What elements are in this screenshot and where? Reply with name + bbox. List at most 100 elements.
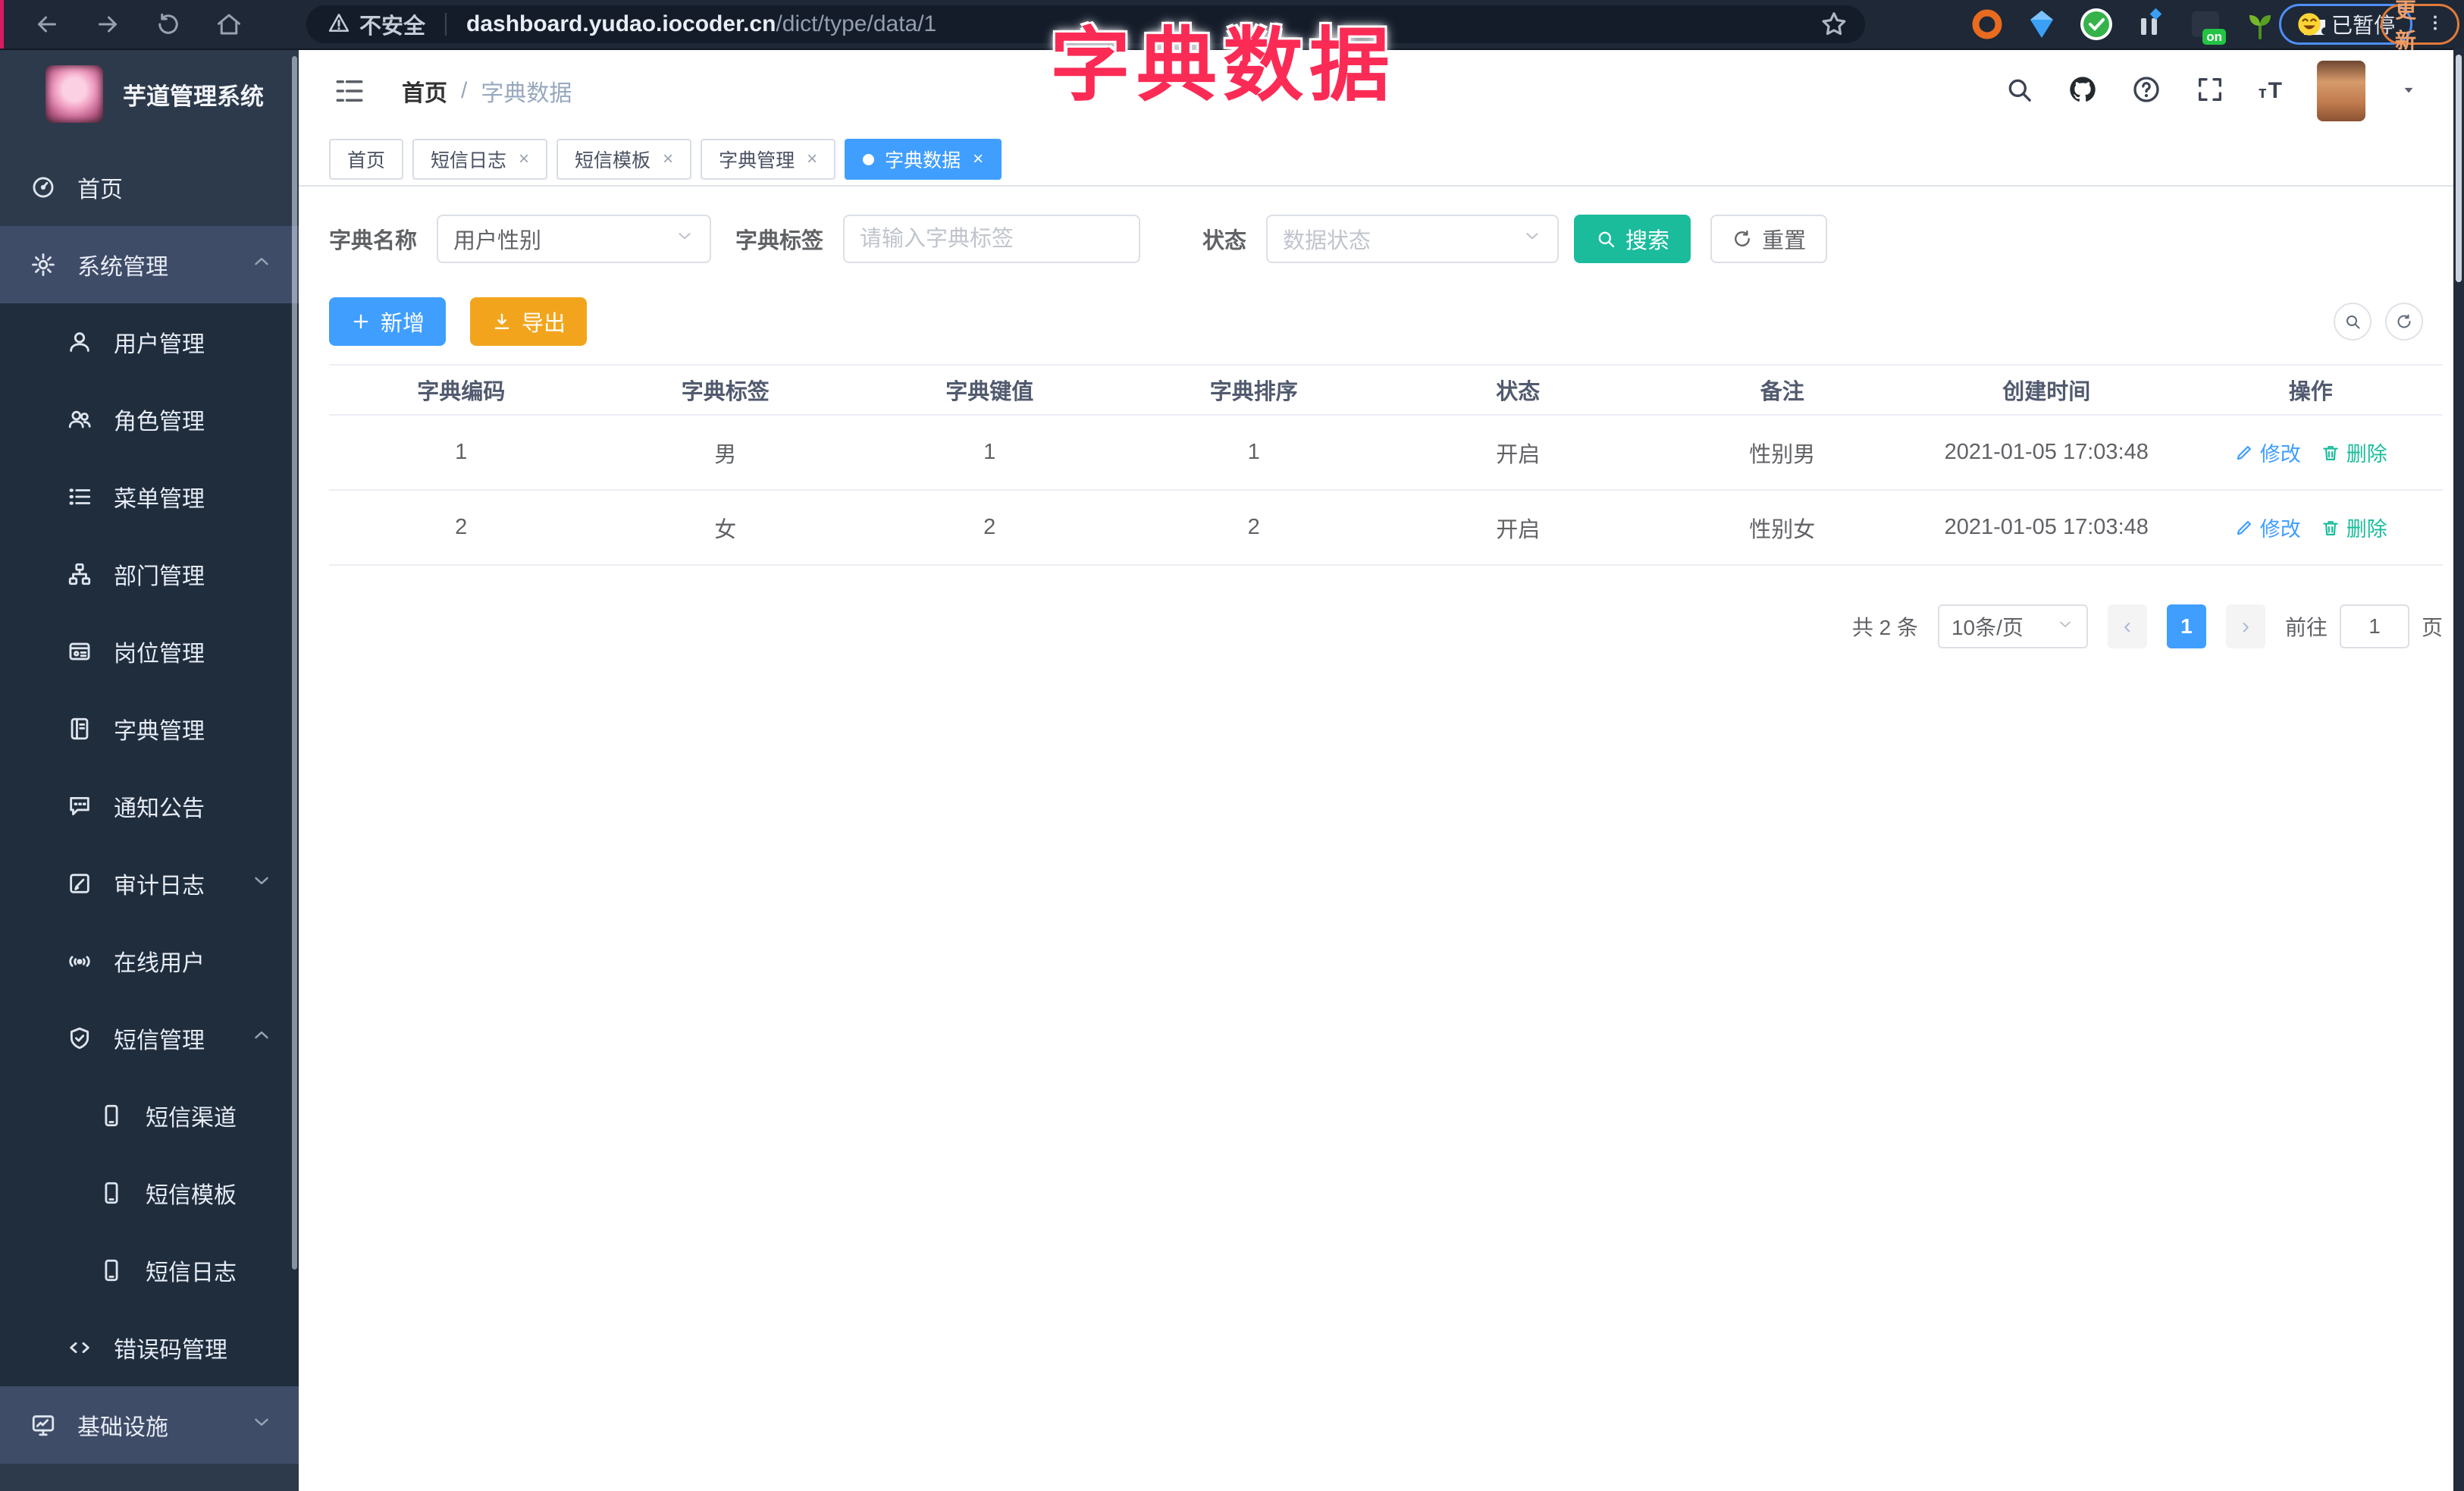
active-dot [863, 153, 875, 165]
add-button[interactable]: 新增 [329, 297, 447, 346]
goto-page-input[interactable] [2339, 604, 2409, 648]
sidebar-item-user-management[interactable]: 用户管理 [0, 303, 299, 381]
browser-home-icon[interactable] [215, 11, 243, 38]
sidebar-item-notice-announcement[interactable]: 通知公告 [0, 767, 299, 845]
breadcrumb: 首页 / 字典数据 [402, 74, 572, 108]
prev-page-button[interactable]: ‹ [2107, 604, 2147, 648]
tab-sms-template[interactable]: 短信模板 × [556, 139, 692, 180]
sidebar-item-sms-management[interactable]: 短信管理 [0, 1000, 299, 1077]
edit-link[interactable]: 修改 [2234, 438, 2301, 467]
green-check-extension-icon[interactable] [2079, 7, 2114, 42]
page-size-value: 10条/页 [1951, 616, 2024, 639]
table-cell: 女 [714, 517, 737, 542]
tab-label: 短信日志 [431, 150, 507, 171]
delete-link[interactable]: 删除 [2321, 438, 2387, 467]
close-icon[interactable]: × [663, 150, 673, 168]
edit-link[interactable]: 修改 [2234, 513, 2301, 542]
docs-help-icon[interactable] [2131, 74, 2161, 108]
next-page-button[interactable]: › [2225, 604, 2265, 648]
header-search-icon[interactable] [2004, 74, 2034, 108]
table-row: 2 女 2 2 开启 性别女 2021-01-05 17:03:48 修改 删除 [329, 491, 2443, 566]
security-warning-text[interactable]: 不安全 [359, 8, 425, 40]
sidebar-item-sms-channel[interactable]: 短信渠道 [0, 1077, 299, 1154]
table-header-cell: 字典编码 [417, 380, 506, 404]
message-icon [67, 793, 92, 819]
search-button[interactable]: 搜索 [1574, 215, 1691, 263]
bookmark-star-icon[interactable] [1820, 10, 1848, 42]
export-button[interactable]: 导出 [470, 297, 588, 346]
sidebar-collapse-icon[interactable] [334, 75, 365, 107]
sidebar-item-label: 用户管理 [114, 332, 205, 357]
close-icon[interactable]: × [807, 150, 817, 168]
table-body: 1 男 1 1 开启 性别男 2021-01-05 17:03:48 修改 删除 2 女 2 2 开启 性别… [329, 416, 2443, 566]
font-size-icon[interactable]: тT [2259, 78, 2284, 104]
table-cell: 2 [1247, 515, 1260, 539]
dict-name-label: 字典名称 [329, 229, 418, 253]
sidebar-item-online-users[interactable]: 在线用户 [0, 922, 299, 1000]
dict-data-table: 字典编码 字典标签 字典键值 字典排序 状态 备注 创建时间 操作 1 男 1 1 开启 性别男 2021… [329, 364, 2443, 566]
delete-link[interactable]: 删除 [2321, 513, 2387, 542]
tab-home[interactable]: 首页 [329, 139, 404, 180]
dict-name-select[interactable]: 用户性别 [437, 215, 712, 263]
equalizer-extension-icon[interactable] [2133, 7, 2168, 42]
sidebar-item-infrastructure[interactable]: 基础设施 [0, 1386, 299, 1464]
table-header-cell: 状态 [1496, 380, 1541, 404]
tab-dict-data[interactable]: 字典数据 × [845, 139, 1002, 180]
online-icon [67, 948, 92, 974]
monitor-icon [30, 1412, 56, 1438]
dict-tag-input[interactable] [843, 215, 1141, 263]
sidebar-item-dict-management[interactable]: 字典管理 [0, 690, 299, 767]
sidebar-item-system-management[interactable]: 系统管理 [0, 226, 299, 303]
close-icon[interactable]: × [973, 150, 983, 168]
fullscreen-icon[interactable] [2195, 74, 2225, 108]
sidebar-item-label: 短信渠道 [146, 1106, 237, 1131]
kebab-menu-icon[interactable] [2425, 13, 2445, 36]
ubuntu-ring-extension-icon[interactable] [1970, 7, 2005, 42]
sidebar-item-menu-management[interactable]: 菜单管理 [0, 458, 299, 535]
logo-row[interactable]: 芋道管理系统 [0, 49, 299, 137]
tab-label: 首页 [347, 150, 386, 171]
sidebar-scrollbar[interactable] [292, 56, 297, 1270]
download-icon [491, 311, 513, 332]
reset-button[interactable]: 重置 [1710, 215, 1828, 263]
sidebar-item-home[interactable]: 首页 [0, 149, 299, 226]
refresh-table-button[interactable] [2385, 303, 2423, 341]
window-scrollbar[interactable] [2453, 49, 2464, 1491]
dict-tag-label: 字典标签 [735, 229, 824, 253]
browser-forward-icon[interactable] [94, 11, 121, 38]
avatar-caret-down-icon[interactable] [2399, 80, 2419, 103]
tab-sms-log[interactable]: 短信日志 × [412, 139, 548, 180]
toggle-search-button[interactable] [2334, 303, 2372, 341]
sidebar-item-label: 短信管理 [114, 1028, 205, 1053]
gem-extension-icon[interactable] [2024, 7, 2059, 42]
pencil-icon [2234, 518, 2254, 538]
breadcrumb-home[interactable]: 首页 [402, 74, 447, 108]
sidebar-item-label: 短信日志 [146, 1260, 237, 1285]
sidebar-item-sms-template[interactable]: 短信模板 [0, 1154, 299, 1232]
sidebar-item-error-code-management[interactable]: 错误码管理 [0, 1309, 299, 1386]
sidebar-item-label: 字典管理 [114, 719, 205, 744]
tab-dict-management[interactable]: 字典管理 × [701, 139, 836, 180]
github-icon[interactable] [2067, 74, 2098, 108]
sidebar-item-sms-log[interactable]: 短信日志 [0, 1232, 299, 1309]
chevron-up-icon [250, 1024, 273, 1053]
scrollbar-thumb[interactable] [2456, 55, 2462, 282]
sidebar-item-role-management[interactable]: 角色管理 [0, 381, 299, 458]
browser-back-icon[interactable] [33, 11, 61, 38]
table-cell: 1 [983, 440, 996, 464]
on-switch-extension-icon[interactable]: on [2188, 7, 2226, 45]
security-warning-icon [328, 11, 350, 38]
sidebar-item-post-management[interactable]: 岗位管理 [0, 613, 299, 690]
close-icon[interactable]: × [519, 150, 529, 168]
leaf-extension-icon[interactable] [2243, 7, 2277, 42]
app-title: 芋道管理系统 [123, 83, 264, 110]
dashboard-icon [30, 174, 56, 200]
browser-update-button[interactable]: 更新 [2380, 0, 2459, 52]
sidebar-item-audit-log[interactable]: 审计日志 [0, 845, 299, 922]
page-size-select[interactable]: 10条/页 [1937, 604, 2088, 648]
sidebar-item-dept-management[interactable]: 部门管理 [0, 535, 299, 613]
browser-reload-icon[interactable] [155, 11, 182, 38]
current-page-button[interactable]: 1 [2166, 604, 2206, 648]
status-select[interactable]: 数据状态 [1266, 215, 1560, 263]
avatar[interactable] [2317, 61, 2365, 121]
